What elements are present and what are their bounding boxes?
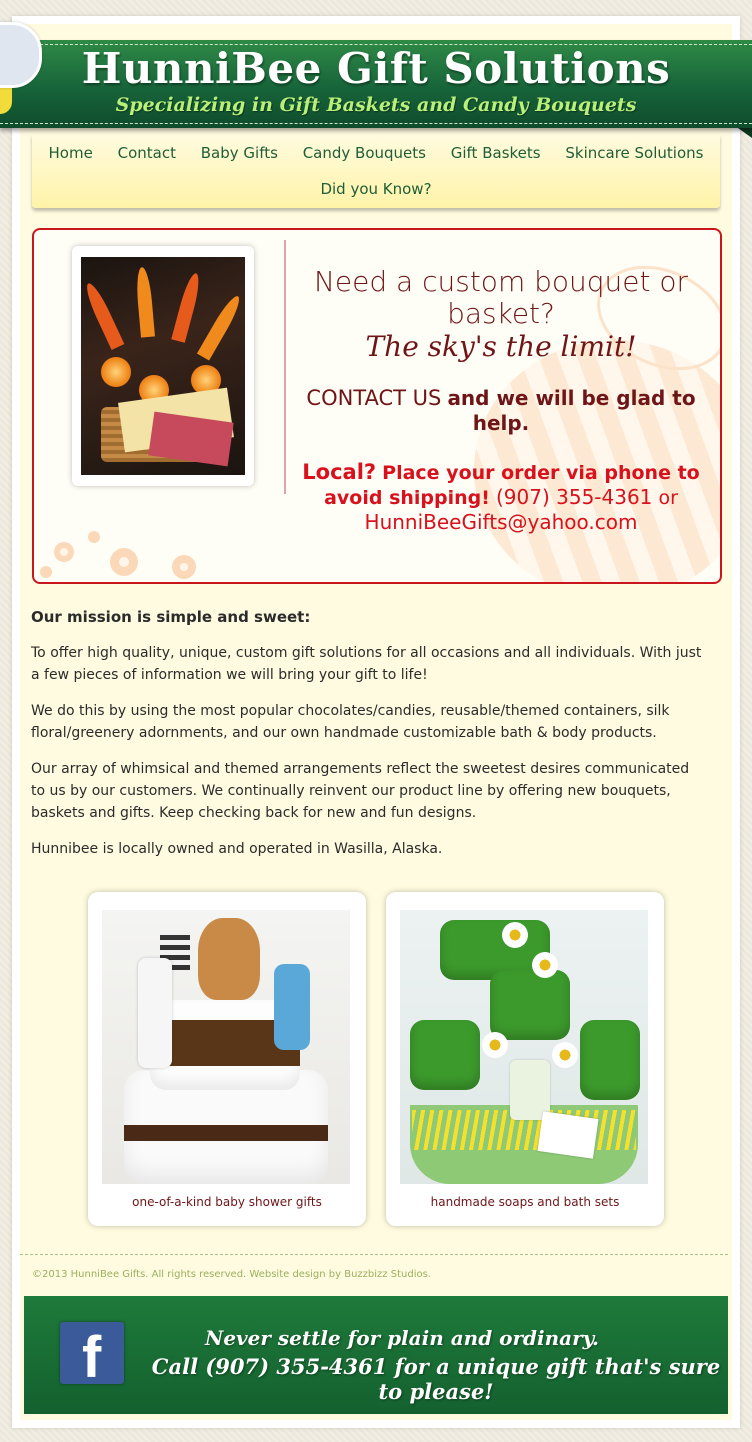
copyright-text: ©2013 HunniBee Gifts. All rights reserve… — [32, 1269, 431, 1280]
contact-rest: and we will be glad to help. — [447, 386, 696, 435]
mission-paragraph-1: To offer high quality, unique, custom gi… — [31, 645, 702, 683]
mission-section: Our mission is simple and sweet: To offe… — [31, 606, 703, 874]
site-tagline: Specializing in Gift Baskets and Candy B… — [115, 94, 637, 116]
promo-text: Need a custom bouquet or basket? The sky… — [296, 266, 706, 535]
gallery-caption-baby: one-of-a-kind baby shower gifts — [132, 1195, 322, 1209]
footer-banner: f Never settle for plain and ordinary. C… — [24, 1296, 728, 1414]
or-text: or — [658, 487, 678, 509]
promo-divider — [284, 240, 286, 494]
gallery-card-soaps[interactable]: handmade soaps and bath sets — [386, 892, 664, 1226]
promo-local: Local? Place your order via phone to avo… — [296, 460, 706, 535]
mission-paragraph-3: Our array of whimsical and themed arrang… — [31, 761, 690, 821]
mission-heading: Our mission is simple and sweet: — [31, 608, 311, 626]
nav-skincare-solutions[interactable]: Skincare Solutions — [565, 144, 703, 162]
promo-subheadline: The sky's the limit! — [365, 330, 637, 363]
main-nav: Home Contact Baby Gifts Candy Bouquets G… — [32, 134, 720, 208]
mission-paragraph-4: Hunnibee is locally owned and operated i… — [31, 841, 443, 857]
email-link[interactable]: HunniBeeGifts@yahoo.com — [365, 510, 638, 534]
header-banner: HunniBee Gift Solutions Specializing in … — [0, 40, 752, 128]
contact-us-link[interactable]: CONTACT US — [306, 386, 441, 410]
promo-contact: CONTACT US and we will be glad to help. — [296, 386, 706, 436]
gallery-card-baby[interactable]: one-of-a-kind baby shower gifts — [88, 892, 366, 1226]
nav-home[interactable]: Home — [49, 144, 93, 162]
flower-decoration-icon — [40, 531, 196, 579]
footer-slogan-1: Never settle for plain and ordinary. — [205, 1326, 599, 1350]
nav-baby-gifts[interactable]: Baby Gifts — [201, 144, 278, 162]
bath-set-photo[interactable] — [400, 910, 648, 1184]
promo-headline: Need a custom bouquet or basket? — [313, 265, 689, 330]
bouquet-photo-frame — [72, 246, 254, 486]
gallery-caption-soaps: handmade soaps and bath sets — [430, 1195, 620, 1209]
promo-box: Need a custom bouquet or basket? The sky… — [32, 228, 722, 584]
nav-did-you-know[interactable]: Did you Know? — [320, 180, 431, 198]
footer-slogan-2: Call (907) 355-4361 for a unique gift th… — [151, 1354, 721, 1404]
mission-paragraph-2: We do this by using the most popular cho… — [31, 703, 670, 741]
bouquet-photo — [81, 257, 245, 475]
baby-shower-photo[interactable] — [102, 910, 350, 1184]
site-title[interactable]: HunniBee Gift Solutions — [0, 44, 752, 93]
nav-gift-baskets[interactable]: Gift Baskets — [451, 144, 541, 162]
banner-fold — [738, 128, 752, 138]
footer-divider — [20, 1254, 728, 1255]
phone-number[interactable]: (907) 355-4361 — [496, 485, 652, 509]
nav-candy-bouquets[interactable]: Candy Bouquets — [303, 144, 426, 162]
local-lead: Local? — [302, 460, 377, 484]
nav-contact[interactable]: Contact — [118, 144, 176, 162]
